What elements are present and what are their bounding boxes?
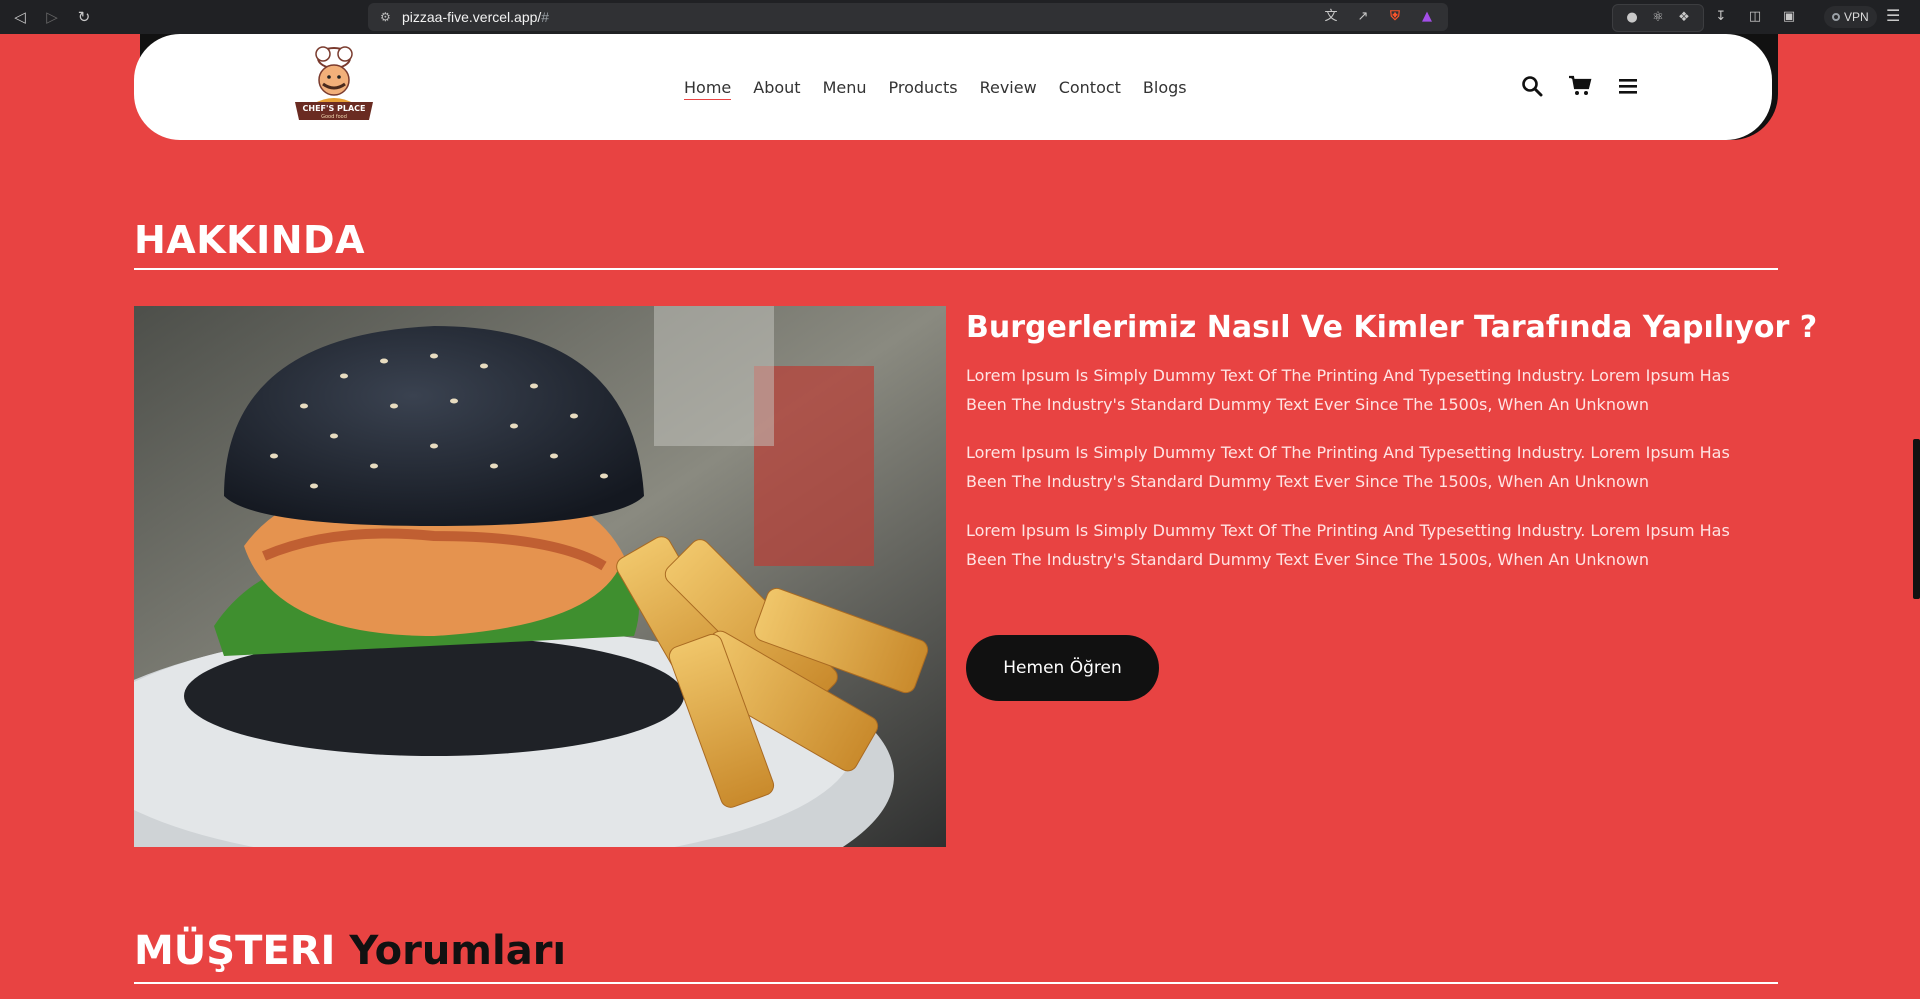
- reviews-title-white: MÜŞTERI: [134, 928, 336, 974]
- reload-icon[interactable]: ↻: [72, 5, 96, 29]
- react-devtools-icon[interactable]: ⚛: [1649, 9, 1667, 27]
- about-section-title: HAKKINDA: [134, 218, 365, 262]
- back-icon[interactable]: ◁: [8, 5, 32, 29]
- browser-toolbar: ◁ ▷ ↻ ⚙ pizzaa-five.vercel.app/# 文 ↗ ⛨ ▲…: [0, 0, 1920, 34]
- url-text[interactable]: pizzaa-five.vercel.app/#: [402, 9, 549, 25]
- section-divider: [134, 982, 1778, 984]
- share-icon[interactable]: ↗: [1354, 8, 1372, 26]
- vpn-status-icon: [1832, 13, 1840, 21]
- nav-home[interactable]: Home: [684, 78, 732, 100]
- forward-icon: ▷: [46, 8, 58, 26]
- brave-shields-icon[interactable]: ⛨: [1386, 8, 1404, 26]
- about-paragraph: Lorem Ipsum Is Simply Dummy Text Of The …: [966, 366, 1730, 414]
- hamburger-menu-icon[interactable]: [1616, 74, 1640, 98]
- site-header: CHEF'S PLACE Good food Home About Menu P…: [134, 34, 1772, 140]
- cart-icon[interactable]: [1568, 74, 1592, 98]
- address-bar[interactable]: ⚙ pizzaa-five.vercel.app/# 文 ↗ ⛨ ▲: [368, 3, 1448, 31]
- download-icon[interactable]: ↧: [1712, 8, 1730, 26]
- nav-review[interactable]: Review: [980, 78, 1037, 100]
- nav-products[interactable]: Products: [889, 78, 958, 100]
- chefs-place-logo[interactable]: CHEF'S PLACE Good food: [289, 44, 379, 128]
- translate-icon[interactable]: 文: [1322, 8, 1340, 26]
- reviews-section-title: MÜŞTERI Yorumları: [134, 928, 566, 974]
- site-settings-icon[interactable]: ⚙: [380, 9, 396, 25]
- svg-text:Good food: Good food: [321, 114, 347, 120]
- main-nav: Home About Menu Products Review Contoct …: [684, 78, 1187, 100]
- about-paragraph: Lorem Ipsum Is Simply Dummy Text Of The …: [966, 443, 1730, 491]
- extension-icon[interactable]: ●: [1623, 9, 1641, 27]
- burger-photo: [134, 306, 946, 847]
- about-heading: Burgerlerimiz Nasıl Ve Kimler Tarafında …: [966, 310, 1818, 345]
- nav-about[interactable]: About: [753, 78, 800, 100]
- reviews-title-dark: Yorumları: [349, 928, 567, 974]
- learn-now-button[interactable]: Hemen Öğren: [966, 635, 1159, 701]
- sidebar-icon[interactable]: ◫: [1746, 8, 1764, 26]
- search-icon[interactable]: [1520, 74, 1544, 98]
- browser-menu-icon[interactable]: ☰: [1886, 6, 1900, 25]
- scrollbar-thumb[interactable]: [1913, 439, 1920, 599]
- section-divider: [134, 268, 1778, 270]
- nav-blogs[interactable]: Blogs: [1143, 78, 1187, 100]
- about-paragraph: Lorem Ipsum Is Simply Dummy Text Of The …: [966, 521, 1730, 569]
- extensions-group: ● ⚛ ❖: [1612, 4, 1704, 32]
- nav-menu[interactable]: Menu: [823, 78, 867, 100]
- wallet-icon[interactable]: ▣: [1780, 8, 1798, 26]
- vpn-button[interactable]: VPN: [1824, 6, 1877, 28]
- brave-rewards-icon[interactable]: ▲: [1418, 8, 1436, 26]
- nav-contact[interactable]: Contoct: [1059, 78, 1121, 100]
- puzzle-icon[interactable]: ❖: [1675, 9, 1693, 27]
- page-scrollbar[interactable]: [1912, 34, 1920, 999]
- svg-text:CHEF'S PLACE: CHEF'S PLACE: [303, 104, 366, 113]
